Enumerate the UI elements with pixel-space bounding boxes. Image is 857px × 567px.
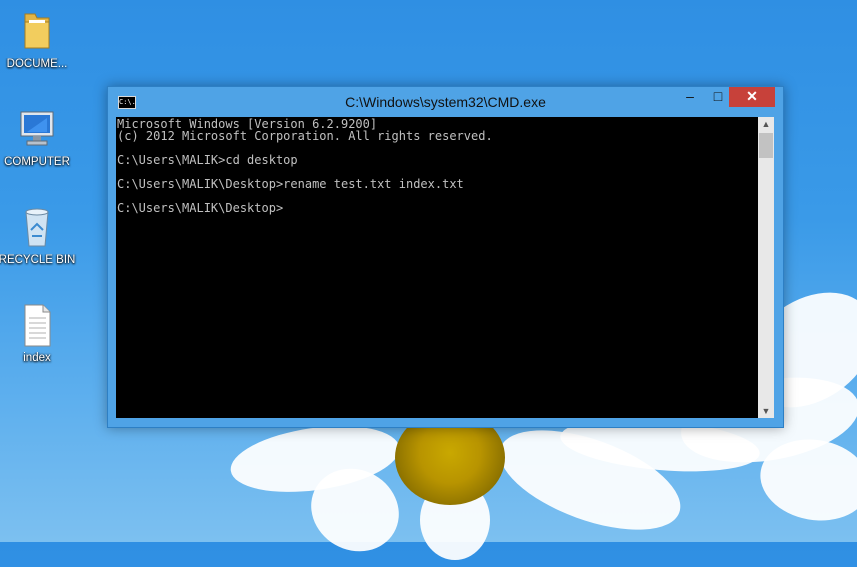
vertical-scrollbar[interactable]: ▲ ▼	[758, 117, 774, 418]
close-button[interactable]: ✕	[729, 87, 775, 107]
desktop-icon-label: DOCUME...	[6, 58, 68, 70]
text-file-icon	[17, 302, 57, 348]
desktop-icon-computer[interactable]: COMPUTER	[0, 106, 77, 168]
console-text: Microsoft Windows [Version 6.2.9200] (c)…	[117, 117, 493, 215]
window-titlebar[interactable]: C:\. C:\Windows\system32\CMD.exe – □ ✕	[108, 87, 783, 117]
cmd-window[interactable]: C:\. C:\Windows\system32\CMD.exe – □ ✕ M…	[107, 86, 784, 428]
desktop-icon-index[interactable]: index	[0, 302, 77, 364]
recycle-bin-icon	[17, 204, 57, 250]
minimize-button[interactable]: –	[675, 87, 705, 107]
maximize-button[interactable]: □	[705, 87, 731, 107]
desktop-icon-label: COMPUTER	[4, 156, 70, 168]
desktop-icon-label: RECYCLE BIN	[0, 254, 76, 266]
desktop-icon-recycle-bin[interactable]: RECYCLE BIN	[0, 204, 77, 266]
scroll-down-arrow-icon[interactable]: ▼	[758, 404, 774, 418]
folder-icon	[17, 8, 57, 54]
desktop-icon-label: index	[23, 352, 51, 364]
scroll-thumb[interactable]	[759, 133, 773, 158]
scroll-up-arrow-icon[interactable]: ▲	[758, 117, 774, 131]
computer-icon	[17, 106, 57, 152]
desktop-icon-documents[interactable]: DOCUME...	[0, 8, 77, 70]
console-output[interactable]: Microsoft Windows [Version 6.2.9200] (c)…	[116, 117, 758, 418]
